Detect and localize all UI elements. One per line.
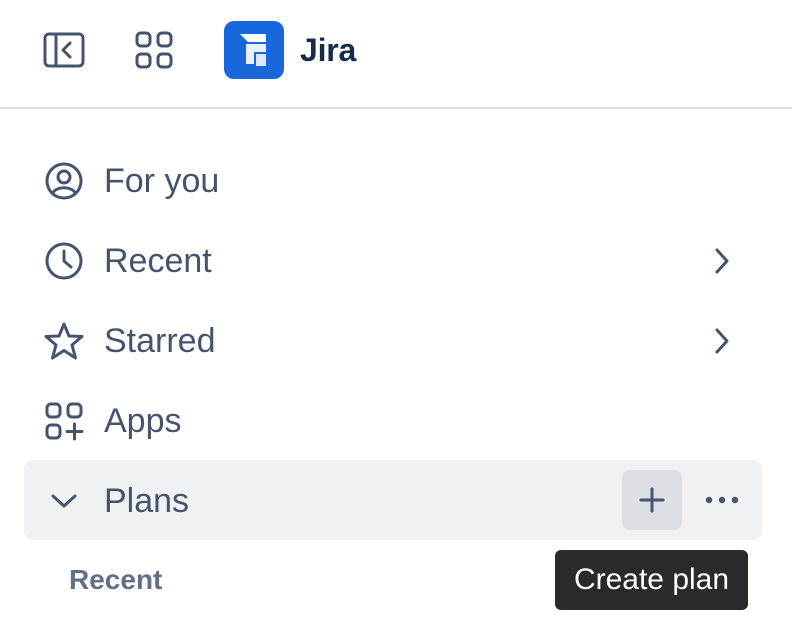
jira-home-link[interactable]: Jira (224, 20, 356, 80)
create-plan-button[interactable] (622, 470, 682, 530)
nav-item-recent[interactable]: Recent (24, 220, 762, 300)
create-plan-tooltip: Create plan (555, 550, 748, 610)
user-circle-icon (42, 161, 86, 201)
chevron-down-icon[interactable] (42, 481, 86, 521)
sidebar-collapse-icon (43, 32, 85, 68)
app-switcher-button[interactable] (131, 27, 177, 73)
plans-recent-heading: Recent (69, 564, 163, 595)
nav-label-recent: Recent (104, 242, 212, 280)
jira-logo-icon (224, 21, 284, 79)
plans-more-button[interactable] (698, 470, 746, 530)
sidebar-toggle-button[interactable] (40, 29, 88, 71)
chevron-right-icon[interactable] (704, 321, 740, 361)
app-grid-icon (135, 31, 173, 69)
plus-icon (639, 487, 665, 513)
chevron-right-icon[interactable] (704, 241, 740, 281)
nav-item-apps[interactable]: Apps (24, 380, 762, 460)
nav-item-starred[interactable]: Starred (24, 300, 762, 380)
clock-icon (42, 241, 86, 281)
nav-item-for-you[interactable]: For you (24, 140, 762, 220)
nav-label-for-you: For you (104, 162, 220, 200)
more-horizontal-icon (705, 496, 739, 504)
apps-add-icon (42, 401, 86, 441)
nav-item-plans[interactable]: Plans (24, 460, 762, 540)
app-title: Jira (300, 31, 357, 68)
nav-label-apps: Apps (104, 402, 182, 440)
nav-label-starred: Starred (104, 322, 216, 360)
top-header: Jira (0, 0, 792, 108)
header-divider (0, 107, 792, 109)
nav-label-plans: Plans (104, 482, 190, 520)
star-icon (42, 321, 86, 361)
